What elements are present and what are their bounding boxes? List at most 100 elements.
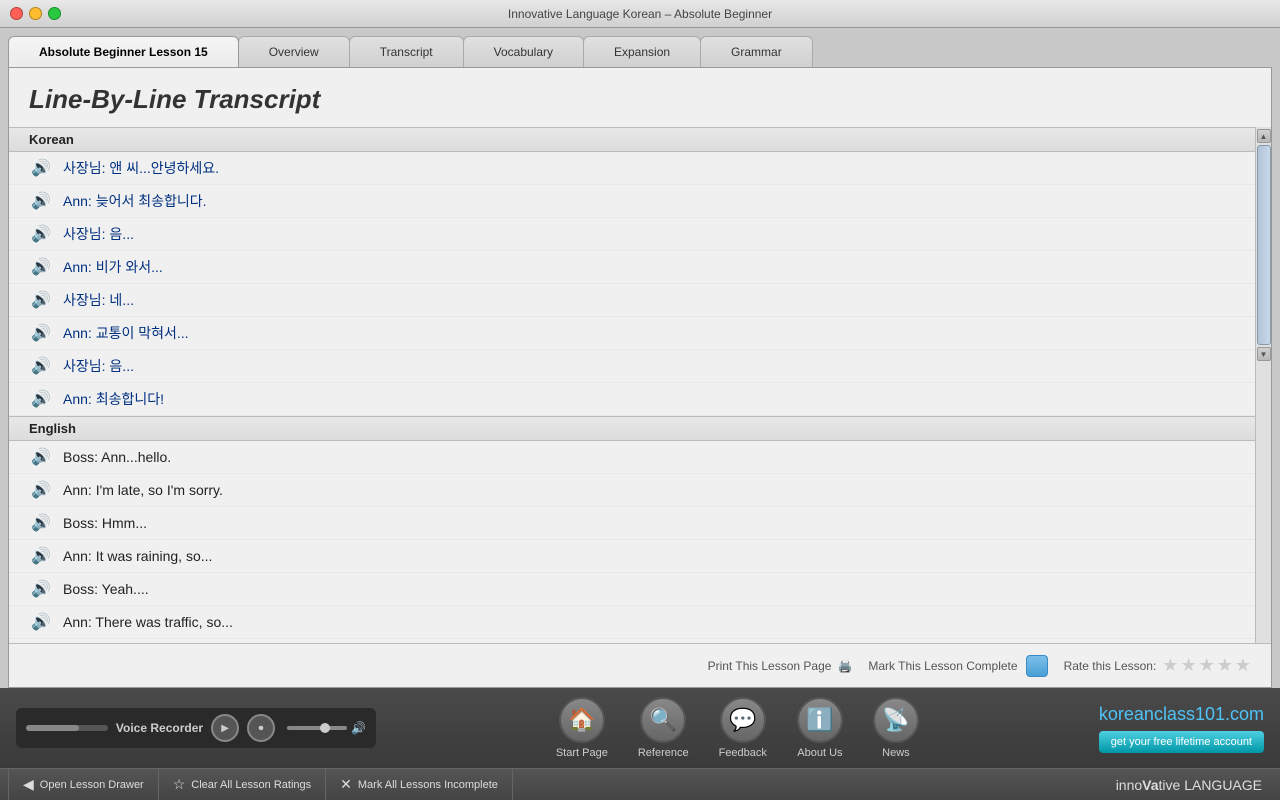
audio-button-k8[interactable]: 🔊 bbox=[29, 389, 53, 409]
maximize-button[interactable] bbox=[48, 7, 61, 20]
reference-icon: 🔍 bbox=[640, 697, 686, 743]
home-icon: 🏠 bbox=[559, 697, 605, 743]
play-button[interactable]: ▶ bbox=[211, 714, 239, 742]
brand-section: koreanclass101.com get your free lifetim… bbox=[1099, 704, 1264, 753]
status-bar-brand: innoVative LANGUAGE bbox=[1116, 777, 1272, 793]
audio-button-k5[interactable]: 🔊 bbox=[29, 290, 53, 310]
mark-incomplete-label: Mark All Lessons Incomplete bbox=[358, 779, 498, 791]
audio-button-k3[interactable]: 🔊 bbox=[29, 224, 53, 244]
nav-item-start-page[interactable]: 🏠 Start Page bbox=[556, 697, 608, 759]
tab-lesson[interactable]: Absolute Beginner Lesson 15 bbox=[8, 36, 239, 67]
table-row: 🔊 Ann: 늦어서 최송합니다. bbox=[9, 185, 1255, 218]
audio-button-k2[interactable]: 🔊 bbox=[29, 191, 53, 211]
korean-line-6: Ann: 교통이 막혀서... bbox=[63, 323, 189, 343]
star-rating[interactable]: ★ ★ ★ ★ ★ bbox=[1162, 655, 1251, 676]
speaker-icon: 🔊 bbox=[31, 158, 51, 178]
korean-line-8: Ann: 최송합니다! bbox=[63, 389, 164, 409]
audio-button-k1[interactable]: 🔊 bbox=[29, 158, 53, 178]
audio-button-e1[interactable]: 🔊 bbox=[29, 447, 53, 467]
english-line-3: Boss: Hmm... bbox=[63, 515, 147, 531]
korean-section-header: Korean bbox=[9, 127, 1255, 152]
close-button[interactable] bbox=[10, 7, 23, 20]
nav-item-feedback[interactable]: 💬 Feedback bbox=[719, 697, 767, 759]
x-icon: ✕ bbox=[340, 776, 352, 793]
complete-checkbox[interactable] bbox=[1026, 655, 1048, 677]
nav-item-reference[interactable]: 🔍 Reference bbox=[638, 697, 689, 759]
clear-ratings-button[interactable]: ☆ Clear All Lesson Ratings bbox=[159, 769, 326, 800]
rate-section: Rate this Lesson: ★ ★ ★ ★ ★ bbox=[1064, 655, 1251, 676]
nav-label-start-page: Start Page bbox=[556, 747, 608, 759]
tab-vocabulary[interactable]: Vocabulary bbox=[463, 36, 584, 67]
speaker-icon: 🔊 bbox=[31, 224, 51, 244]
bottom-bar: Print This Lesson Page 🖨️ Mark This Less… bbox=[9, 643, 1271, 687]
volume-thumb[interactable] bbox=[320, 723, 330, 733]
star-1[interactable]: ★ bbox=[1162, 655, 1178, 676]
scroll-up-button[interactable]: ▲ bbox=[1257, 129, 1271, 143]
news-icon: 📡 bbox=[873, 697, 919, 743]
audio-button-e6[interactable]: 🔊 bbox=[29, 612, 53, 632]
progress-bar bbox=[26, 725, 108, 731]
scrollbar[interactable]: ▲ ▼ bbox=[1255, 127, 1271, 643]
free-account-button[interactable]: get your free lifetime account bbox=[1099, 731, 1264, 753]
table-row: 🔊 Boss: Yeah.... bbox=[9, 573, 1255, 606]
korean-line-1: 사장님: 앤 씨...안녕하세요. bbox=[63, 158, 219, 178]
star-4[interactable]: ★ bbox=[1217, 655, 1233, 676]
korean-line-7: 사장님: 음... bbox=[63, 356, 134, 376]
english-line-6: Ann: There was traffic, so... bbox=[63, 614, 233, 630]
nav-label-feedback: Feedback bbox=[719, 747, 767, 759]
table-row: 🔊 Ann: It was raining, so... bbox=[9, 540, 1255, 573]
audio-button-k7[interactable]: 🔊 bbox=[29, 356, 53, 376]
nav-item-news[interactable]: 📡 News bbox=[873, 697, 919, 759]
speaker-icon: 🔊 bbox=[31, 612, 51, 632]
volume-control: 🔊 bbox=[287, 721, 366, 735]
scroll-down-button[interactable]: ▼ bbox=[1257, 347, 1271, 361]
clear-ratings-label: Clear All Lesson Ratings bbox=[191, 779, 311, 791]
star-2[interactable]: ★ bbox=[1180, 655, 1196, 676]
tab-transcript[interactable]: Transcript bbox=[349, 36, 464, 67]
speaker-icon: 🔊 bbox=[31, 356, 51, 376]
nav-item-about-us[interactable]: ℹ️ About Us bbox=[797, 697, 843, 759]
bottom-toolbar: Voice Recorder ▶ ⏺ 🔊 🏠 Start Page 🔍 Refe… bbox=[0, 688, 1280, 768]
speaker-icon: 🔊 bbox=[31, 323, 51, 343]
back-icon: ◀ bbox=[23, 776, 34, 793]
star-3[interactable]: ★ bbox=[1199, 655, 1215, 676]
table-row: 🔊 Ann: 교통이 막혀서... bbox=[9, 317, 1255, 350]
window-controls bbox=[10, 7, 61, 20]
speaker-icon: 🔊 bbox=[31, 290, 51, 310]
table-row: 🔊 Boss: Hmm... bbox=[9, 507, 1255, 540]
audio-button-k6[interactable]: 🔊 bbox=[29, 323, 53, 343]
star-icon: ☆ bbox=[173, 776, 186, 793]
audio-button-e5[interactable]: 🔊 bbox=[29, 579, 53, 599]
window-title: Innovative Language Korean – Absolute Be… bbox=[508, 7, 772, 21]
audio-button-e2[interactable]: 🔊 bbox=[29, 480, 53, 500]
mark-complete-button[interactable]: Mark This Lesson Complete bbox=[868, 655, 1047, 677]
english-line-5: Boss: Yeah.... bbox=[63, 581, 149, 597]
open-lesson-drawer-button[interactable]: ◀ Open Lesson Drawer bbox=[8, 769, 159, 800]
table-row: 🔊 사장님: 음... bbox=[9, 218, 1255, 251]
scroll-thumb[interactable] bbox=[1257, 145, 1271, 345]
korean-line-5: 사장님: 네... bbox=[63, 290, 134, 310]
record-button[interactable]: ⏺ bbox=[247, 714, 275, 742]
rate-label: Rate this Lesson: bbox=[1064, 659, 1157, 673]
table-row: 🔊 Ann: 비가 와서... bbox=[9, 251, 1255, 284]
minimize-button[interactable] bbox=[29, 7, 42, 20]
audio-button-e4[interactable]: 🔊 bbox=[29, 546, 53, 566]
mark-all-incomplete-button[interactable]: ✕ Mark All Lessons Incomplete bbox=[326, 769, 513, 800]
nav-label-about-us: About Us bbox=[797, 747, 842, 759]
tab-overview[interactable]: Overview bbox=[238, 36, 350, 67]
speaker-icon: 🔊 bbox=[31, 257, 51, 277]
print-button[interactable]: Print This Lesson Page 🖨️ bbox=[708, 659, 853, 673]
tab-expansion[interactable]: Expansion bbox=[583, 36, 701, 67]
status-bar: ◀ Open Lesson Drawer ☆ Clear All Lesson … bbox=[0, 768, 1280, 800]
korean-line-3: 사장님: 음... bbox=[63, 224, 134, 244]
audio-button-e3[interactable]: 🔊 bbox=[29, 513, 53, 533]
nav-label-news: News bbox=[882, 747, 910, 759]
audio-button-k4[interactable]: 🔊 bbox=[29, 257, 53, 277]
print-label: Print This Lesson Page bbox=[708, 659, 832, 673]
table-row: 🔊 사장님: 음... bbox=[9, 350, 1255, 383]
table-row: 🔊 Boss: Hmm... bbox=[9, 639, 1255, 643]
volume-slider[interactable] bbox=[287, 726, 347, 730]
tab-grammar[interactable]: Grammar bbox=[700, 36, 813, 67]
table-row: 🔊 Ann: There was traffic, so... bbox=[9, 606, 1255, 639]
star-5[interactable]: ★ bbox=[1235, 655, 1251, 676]
